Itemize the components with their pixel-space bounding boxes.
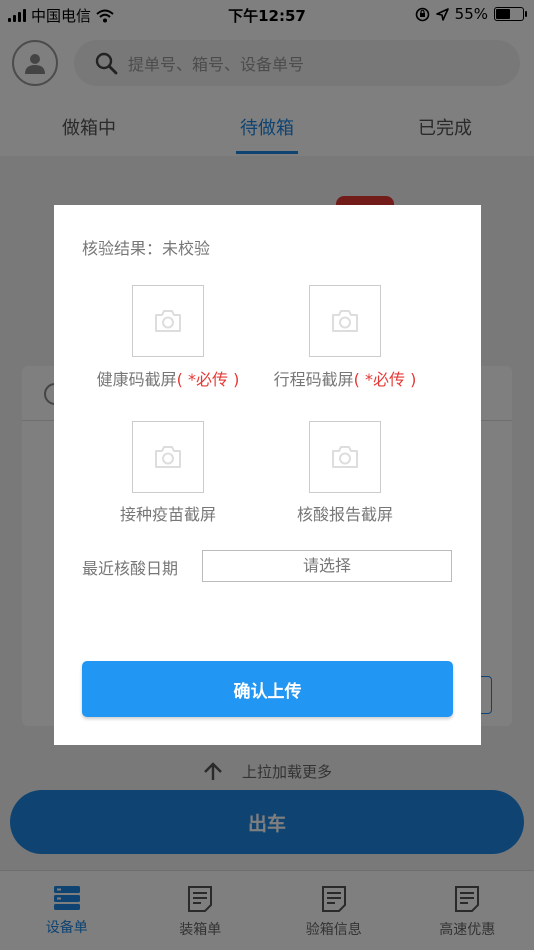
upload-label-health-code: 健康码截屏( *必传 ) <box>68 366 268 390</box>
required-mark: ( *必传 ) <box>176 370 240 389</box>
upload-vaccination[interactable] <box>132 421 204 493</box>
upload-label-text: 健康码截屏 <box>96 370 177 389</box>
verify-result: 核验结果：未校验 <box>82 235 210 259</box>
upload-label-text: 接种疫苗截屏 <box>119 505 216 524</box>
verify-value: 未校验 <box>162 239 211 258</box>
camera-icon <box>155 446 181 468</box>
camera-icon <box>155 310 181 332</box>
upload-health-code[interactable] <box>132 285 204 357</box>
upload-nucleic-report[interactable] <box>309 421 381 493</box>
confirm-upload-button[interactable]: 确认上传 <box>82 661 453 717</box>
upload-label-text: 核酸报告截屏 <box>296 505 393 524</box>
upload-label-nucleic-report: 核酸报告截屏 <box>245 501 445 525</box>
upload-label-vaccination: 接种疫苗截屏 <box>68 501 268 525</box>
upload-label-itinerary-code: 行程码截屏( *必传 ) <box>245 366 445 390</box>
camera-icon <box>332 446 358 468</box>
required-mark: ( *必传 ) <box>353 370 417 389</box>
upload-dialog: 核验结果：未校验 健康码截屏( *必传 ) 行程码截屏( *必传 ) 接种疫苗截… <box>54 205 481 745</box>
date-picker-input[interactable]: 请选择 <box>202 550 452 582</box>
verify-label: 核验结果： <box>82 239 163 258</box>
upload-label-text: 行程码截屏 <box>273 370 354 389</box>
upload-itinerary-code[interactable] <box>309 285 381 357</box>
camera-icon <box>332 310 358 332</box>
date-label: 最近核酸日期 <box>82 559 179 578</box>
